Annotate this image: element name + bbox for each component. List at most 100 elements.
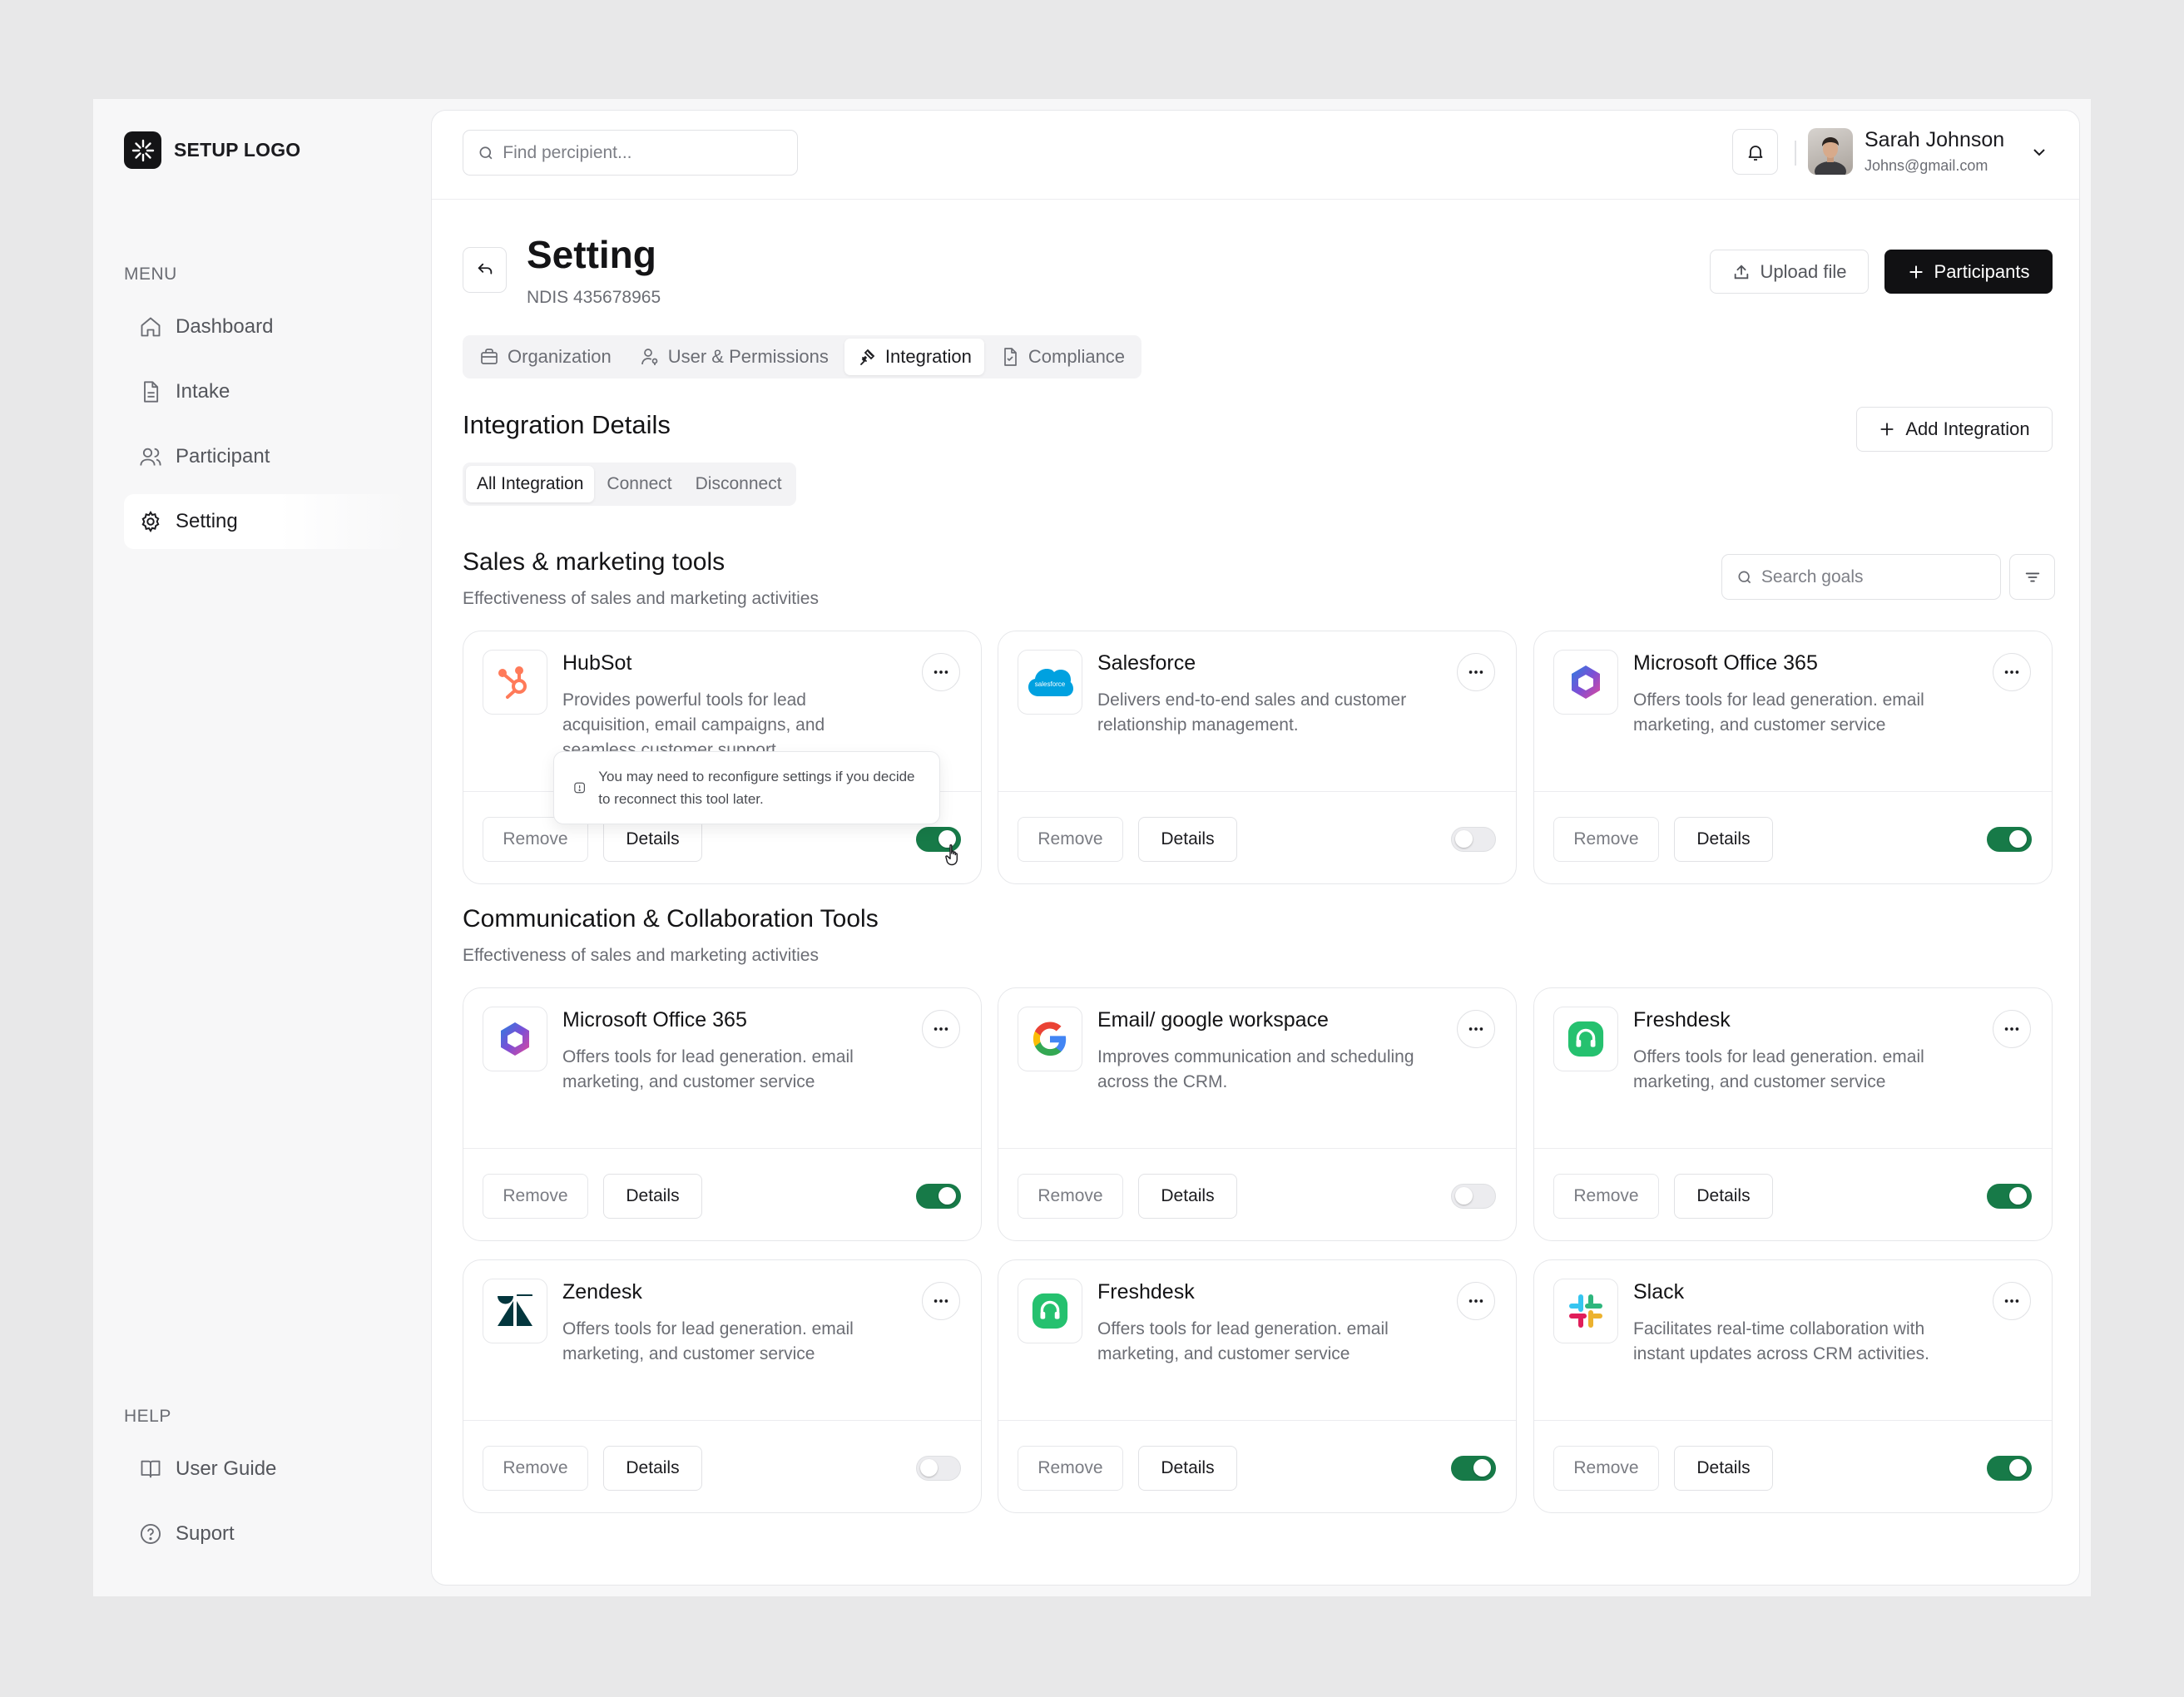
help-nav: User Guide Suport xyxy=(124,1442,406,1571)
details-button[interactable]: Details xyxy=(1674,817,1773,862)
integration-toggle[interactable] xyxy=(1987,1456,2032,1481)
integration-toggle[interactable] xyxy=(1987,1184,2032,1209)
section-description: Effectiveness of sales and marketing act… xyxy=(463,589,819,608)
nav-item-intake[interactable]: Intake xyxy=(124,364,406,419)
integration-card-salesforce: salesforce Salesforce Delivers end-to-en… xyxy=(998,631,1517,884)
tab-organization[interactable]: Organization xyxy=(467,339,624,375)
alert-icon xyxy=(574,782,586,794)
remove-button[interactable]: Remove xyxy=(1018,1446,1123,1491)
user-email: Johns@gmail.com xyxy=(1865,157,1988,174)
nav-item-setting[interactable]: Setting xyxy=(124,494,406,549)
tab-integration[interactable]: Integration xyxy=(844,339,984,375)
card-title: Microsoft Office 365 xyxy=(1633,651,1818,675)
nav-label: Suport xyxy=(176,1522,235,1545)
notifications-button[interactable] xyxy=(1732,129,1778,175)
details-button[interactable]: Details xyxy=(603,1174,702,1219)
freshdesk-icon xyxy=(1553,1007,1618,1071)
details-button[interactable]: Details xyxy=(1138,1174,1237,1219)
more-horizontal-icon xyxy=(934,670,948,674)
add-integration-button[interactable]: Add Integration xyxy=(1856,407,2053,452)
more-options-button[interactable] xyxy=(1457,653,1495,691)
search-icon xyxy=(479,146,493,159)
nav-label: Dashboard xyxy=(176,315,274,338)
user-info: Sarah Johnson Johns@gmail.com xyxy=(1865,128,2004,175)
nav-item-participant[interactable]: Participant xyxy=(124,429,406,484)
back-button[interactable] xyxy=(463,247,507,293)
menu-label: MENU xyxy=(124,265,177,284)
more-options-button[interactable] xyxy=(1993,1282,2031,1320)
integration-toggle[interactable] xyxy=(1451,827,1496,852)
bell-icon xyxy=(1748,145,1762,161)
chevron-down-icon[interactable] xyxy=(2029,142,2049,162)
remove-button[interactable]: Remove xyxy=(483,1446,588,1491)
briefcase-icon xyxy=(481,349,498,364)
filter-button[interactable] xyxy=(2009,554,2055,600)
search-input[interactable] xyxy=(503,142,797,163)
more-horizontal-icon xyxy=(1468,670,1483,674)
tooltip-text: You may need to reconfigure settings if … xyxy=(598,769,915,807)
tab-label: Integration xyxy=(884,346,972,367)
remove-button[interactable]: Remove xyxy=(483,1174,588,1219)
remove-button[interactable]: Remove xyxy=(1553,1446,1659,1491)
card-description: Offers tools for lead generation. email … xyxy=(562,1047,854,1091)
upload-icon xyxy=(1734,264,1748,279)
tab-label: Compliance xyxy=(1028,346,1126,367)
upload-file-button[interactable]: Upload file xyxy=(1710,250,1869,294)
card-description: Improves communication and scheduling ac… xyxy=(1097,1047,1414,1091)
integration-card-slack: Slack Facilitates real-time collaboratio… xyxy=(1533,1259,2053,1513)
more-options-button[interactable] xyxy=(922,653,960,691)
integration-card-hubspot: HubSot Provides powerful tools for lead … xyxy=(463,631,982,884)
logo-icon xyxy=(124,131,161,169)
plus-icon xyxy=(1909,265,1923,279)
filter-all[interactable]: All Integration xyxy=(466,466,595,502)
goals-search-input[interactable] xyxy=(1761,566,2000,587)
nav-item-support[interactable]: Suport xyxy=(124,1507,406,1561)
page-title: Setting xyxy=(527,233,656,276)
remove-button[interactable]: Remove xyxy=(1018,817,1123,862)
search-icon xyxy=(1738,571,1751,583)
more-horizontal-icon xyxy=(934,1299,948,1303)
details-button[interactable]: Details xyxy=(603,1446,702,1491)
more-options-button[interactable] xyxy=(1457,1010,1495,1048)
more-options-button[interactable] xyxy=(1457,1282,1495,1320)
user-menu[interactable]: Sarah Johnson Johns@gmail.com xyxy=(1808,128,2004,175)
tab-compliance[interactable]: Compliance xyxy=(988,339,1137,375)
nav-label: Participant xyxy=(176,445,270,468)
remove-button[interactable]: Remove xyxy=(1553,1174,1659,1219)
nav-label: User Guide xyxy=(176,1457,277,1480)
filter-icon xyxy=(2025,572,2039,581)
more-options-button[interactable] xyxy=(922,1010,960,1048)
more-options-button[interactable] xyxy=(922,1282,960,1320)
app-frame: SETUP LOGO MENU Dashboard Intake Partici… xyxy=(93,99,2091,1596)
add-participants-button[interactable]: Participants xyxy=(1884,250,2053,294)
upload-label: Upload file xyxy=(1760,260,1847,282)
remove-button[interactable]: Remove xyxy=(1553,817,1659,862)
gear-icon xyxy=(141,510,160,533)
nav-item-dashboard[interactable]: Dashboard xyxy=(124,299,406,354)
nav-item-user-guide[interactable]: User Guide xyxy=(124,1442,406,1497)
integration-toggle[interactable] xyxy=(1451,1184,1496,1209)
logo[interactable]: SETUP LOGO xyxy=(124,131,300,169)
help-label: HELP xyxy=(124,1407,171,1426)
details-button[interactable]: Details xyxy=(1674,1174,1773,1219)
integration-toggle[interactable] xyxy=(916,1456,961,1481)
integration-toggle[interactable] xyxy=(1451,1456,1496,1481)
filter-connect[interactable]: Connect xyxy=(596,466,682,502)
details-button[interactable]: Details xyxy=(1138,1446,1237,1491)
user-name: Sarah Johnson xyxy=(1865,128,2005,151)
more-options-button[interactable] xyxy=(1993,653,2031,691)
details-button[interactable]: Details xyxy=(1138,817,1237,862)
file-check-icon xyxy=(1004,348,1017,366)
menu-nav: Dashboard Intake Participant Setting xyxy=(124,299,406,559)
goals-search-field[interactable] xyxy=(1721,554,2001,600)
details-button[interactable]: Details xyxy=(1674,1446,1773,1491)
remove-button[interactable]: Remove xyxy=(1018,1174,1123,1219)
search-field[interactable] xyxy=(463,130,798,176)
integration-toggle[interactable] xyxy=(1987,827,2032,852)
tab-user-permissions[interactable]: User & Permissions xyxy=(627,339,841,375)
filter-disconnect[interactable]: Disconnect xyxy=(685,466,793,502)
main-panel: Sarah Johnson Johns@gmail.com Setting ND… xyxy=(431,110,2080,1586)
integration-toggle[interactable] xyxy=(916,1184,961,1209)
google-icon xyxy=(1018,1007,1082,1071)
more-options-button[interactable] xyxy=(1993,1010,2031,1048)
